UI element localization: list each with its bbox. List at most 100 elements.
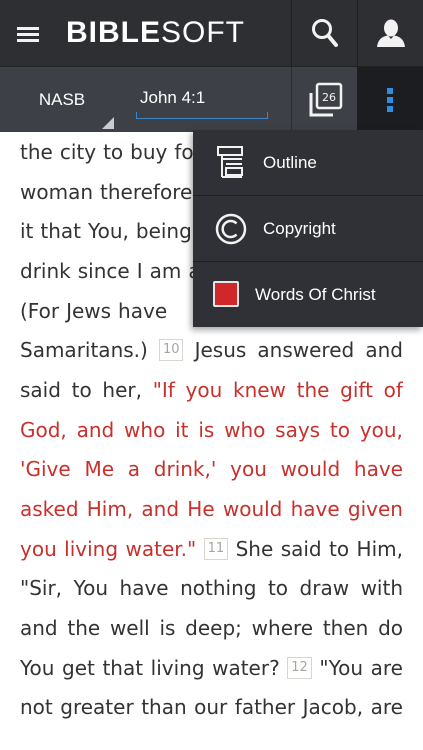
reference-input[interactable]: John 4:1 [136, 83, 268, 119]
word: drink [20, 258, 71, 283]
search-button[interactable] [291, 0, 357, 66]
word: and [141, 497, 180, 522]
word: would [280, 457, 341, 482]
word: where [251, 616, 314, 641]
word: water." [125, 536, 197, 561]
word: nothing [180, 576, 257, 601]
word: do [378, 616, 403, 641]
word: She [235, 536, 274, 561]
dropdown-corner-icon [102, 117, 114, 129]
verse-number[interactable]: 10 [158, 339, 184, 362]
account-button[interactable] [357, 0, 423, 66]
text-line: Samaritans.) 10 Jesus answered and [20, 330, 403, 370]
word: well [109, 616, 150, 641]
word: are [370, 655, 403, 680]
word: woman [20, 179, 94, 204]
word: who [224, 417, 266, 442]
red-square-toggle[interactable] [213, 281, 239, 307]
word: said [20, 377, 61, 402]
brand-light: SOFT [161, 16, 245, 49]
word: I [136, 258, 143, 283]
word: the [296, 377, 330, 402]
word: You [20, 655, 55, 680]
verse-number[interactable]: 12 [287, 656, 312, 679]
word: since [77, 258, 130, 283]
tabs-icon: 26 [309, 82, 342, 117]
brand-bold: BIBLE [66, 16, 161, 49]
word: living [150, 655, 205, 680]
app-bar: BIBLESOFT [0, 0, 423, 66]
copyright-icon [215, 213, 247, 245]
word: said [280, 536, 322, 561]
menu-item-label: Outline [263, 153, 317, 172]
word: You [73, 576, 109, 601]
brand-logo: BIBLESOFT [66, 13, 245, 53]
word: not [20, 695, 53, 720]
word: would [222, 497, 283, 522]
word: and [20, 616, 58, 641]
text-line: said to her, "If you knew the gift of [20, 370, 403, 410]
word: is [198, 417, 215, 442]
word: our [194, 695, 228, 720]
word: and [365, 338, 403, 363]
word: to [329, 417, 350, 442]
word: Him, [86, 497, 134, 522]
word: that [40, 219, 82, 244]
tabs-button[interactable]: 26 [291, 67, 357, 133]
word: Him, [356, 536, 403, 561]
search-icon [311, 19, 338, 47]
word: am [149, 258, 182, 283]
word: greater [60, 695, 134, 720]
word: you [230, 457, 267, 482]
verse-number[interactable]: 11 [203, 537, 229, 560]
word: city [59, 139, 97, 164]
word: Samaritans.) [20, 338, 148, 363]
text-line: not greater than our father Jacob, are [20, 688, 403, 728]
text-line: and the well is deep; where then do [20, 608, 403, 648]
text-line: 'Give Me a drink,' you would have [20, 450, 403, 490]
word: you, [359, 417, 403, 442]
word: Jews [66, 298, 112, 323]
word: given [347, 497, 403, 522]
word: have [119, 576, 169, 601]
word: is [159, 616, 176, 641]
word: (For [20, 298, 60, 323]
word: knew [232, 377, 286, 402]
word: you [185, 377, 223, 402]
word: are [370, 695, 403, 720]
text-line: You get that living water? 12 "You are [20, 648, 403, 688]
word: have [353, 457, 403, 482]
menu-item-label: Words Of Christ [255, 285, 376, 304]
word: buy [130, 139, 168, 164]
menu-hamburger-icon[interactable] [17, 27, 39, 45]
word: have [118, 298, 168, 323]
word: living [64, 536, 119, 561]
menu-item-copyright[interactable]: Copyright [193, 196, 423, 262]
word: 'Give [20, 457, 71, 482]
word: her, [102, 377, 142, 402]
text-line: God, and who it is who says to you, [20, 410, 403, 450]
options-menu: Outline Copyright Words Of Christ [193, 130, 423, 327]
word: deep; [185, 616, 242, 641]
word: with [360, 576, 403, 601]
word: to [267, 576, 289, 601]
more-options-button[interactable] [357, 67, 423, 133]
word: fo [174, 139, 194, 164]
word: therefore [100, 179, 193, 204]
word: Jesus [194, 338, 247, 363]
vertical-dots-icon [387, 85, 393, 115]
word: you [20, 536, 57, 561]
menu-item-words-of-christ[interactable]: Words Of Christ [193, 262, 423, 328]
text-line: asked Him, and He would have given [20, 489, 403, 529]
word: He [187, 497, 215, 522]
word: father [234, 695, 296, 720]
word: being [135, 219, 192, 244]
menu-item-outline[interactable]: Outline [193, 130, 423, 196]
word: it [20, 219, 34, 244]
word: of [383, 377, 403, 402]
word: the [20, 139, 53, 164]
word: Me [84, 457, 115, 482]
word: "If [152, 377, 175, 402]
tab-count: 26 [322, 91, 336, 104]
word: get [62, 655, 95, 680]
